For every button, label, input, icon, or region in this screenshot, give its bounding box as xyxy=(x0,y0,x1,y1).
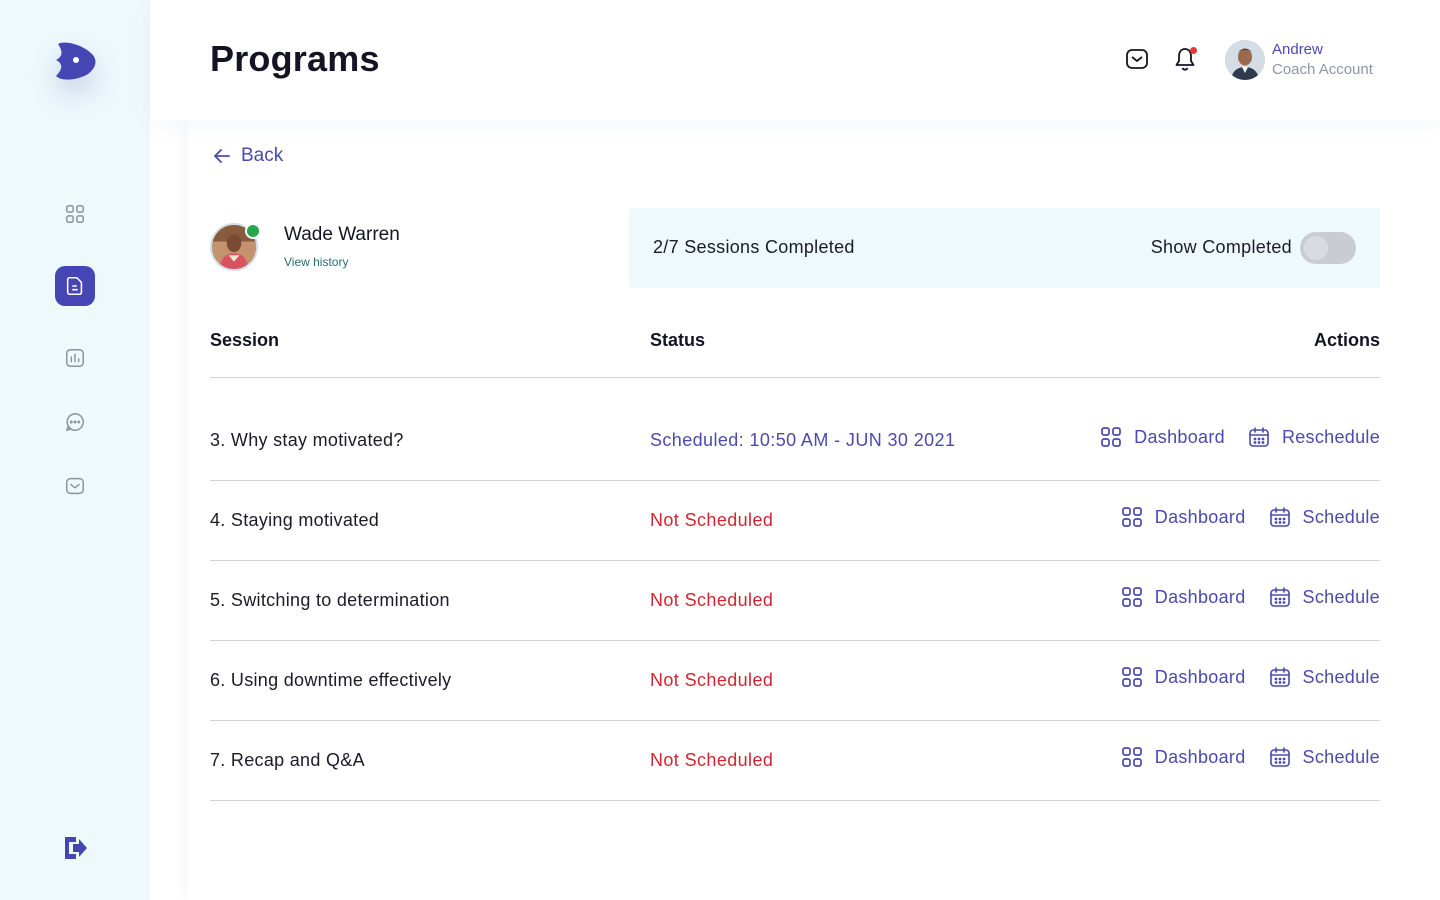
session-status: Scheduled: 10:50 AM - JUN 30 2021 xyxy=(650,430,956,450)
session-title: 5. Switching to determination xyxy=(210,590,450,610)
main-content: Back Wade Warren View history 2/7 Sessio… xyxy=(188,120,1440,900)
user-name[interactable]: Andrew xyxy=(1272,41,1323,58)
dashboard-label: Dashboard xyxy=(1154,746,1246,767)
sessions-summary-panel: 2/7 Sessions Completed Show Completed xyxy=(629,208,1380,288)
row-actions: Dashboard Schedule xyxy=(1120,665,1380,689)
logout-icon xyxy=(65,837,87,859)
session-status: Not Scheduled xyxy=(650,510,774,530)
show-completed-label: Show Completed xyxy=(1150,237,1292,257)
calendar-icon xyxy=(1249,427,1269,447)
calendar-icon xyxy=(1269,667,1290,687)
notifications-button[interactable] xyxy=(1172,46,1198,72)
session-title: 3. Why stay motivated? xyxy=(210,430,404,450)
logout-button[interactable] xyxy=(60,833,90,863)
calendar-icon xyxy=(1269,587,1290,607)
session-status: Not Scheduled xyxy=(650,670,774,690)
dashboard-label: Dashboard xyxy=(1134,426,1225,447)
session-title: 6. Using downtime effectively xyxy=(210,670,452,690)
column-header-session: Session xyxy=(210,330,280,350)
chart-icon xyxy=(66,349,84,367)
dashboard-grid-icon xyxy=(1121,507,1142,527)
dashboard-button[interactable]: Dashboard xyxy=(1099,425,1225,449)
schedule-label: Schedule xyxy=(1302,746,1380,767)
user-role: Coach Account xyxy=(1272,61,1373,78)
session-status: Not Scheduled xyxy=(650,750,774,770)
row-actions: Dashboard Schedule xyxy=(1120,585,1380,609)
dashboard-grid-icon xyxy=(1121,587,1142,607)
table-row: 3. Why stay motivated? Scheduled: 10:50 A… xyxy=(210,401,1380,481)
reschedule-label: Reschedule xyxy=(1281,426,1380,447)
show-completed-toggle[interactable] xyxy=(1300,232,1356,264)
top-header: Programs Andrew Coach Account xyxy=(150,0,1440,120)
view-history-link[interactable]: View history xyxy=(284,255,348,269)
dashboard-label: Dashboard xyxy=(1154,586,1246,607)
row-actions: Dashboard Schedule xyxy=(1120,745,1380,769)
toggle-knob xyxy=(1304,236,1328,260)
user-avatar[interactable] xyxy=(1225,40,1265,80)
schedule-button[interactable]: Schedule xyxy=(1268,505,1380,529)
dashboard-grid-icon xyxy=(1121,747,1142,767)
sidebar-item-analytics[interactable] xyxy=(55,338,95,378)
grid-icon xyxy=(66,205,84,223)
client-name: Wade Warren xyxy=(284,224,400,245)
schedule-label: Schedule xyxy=(1302,506,1380,527)
calendar-icon xyxy=(1269,507,1290,527)
chat-icon xyxy=(66,413,84,431)
session-title: 7. Recap and Q&A xyxy=(210,750,365,770)
notification-badge xyxy=(1190,47,1197,54)
sidebar-item-messages[interactable] xyxy=(55,402,95,442)
inbox-icon xyxy=(66,477,84,495)
session-status: Not Scheduled xyxy=(650,590,774,610)
sidebar-item-inbox[interactable] xyxy=(55,466,95,506)
page-title: Programs xyxy=(210,38,380,79)
header-divider xyxy=(210,377,1380,378)
dashboard-button[interactable]: Dashboard xyxy=(1120,665,1246,689)
table-row: 5. Switching to determination Not Schedul… xyxy=(210,561,1380,641)
schedule-button[interactable]: Schedule xyxy=(1268,665,1380,689)
column-header-status: Status xyxy=(650,330,706,350)
sidebar xyxy=(0,0,150,900)
online-status-indicator xyxy=(245,223,261,239)
sessions-completed-text: 2/7 Sessions Completed xyxy=(653,237,855,257)
back-label: Back xyxy=(241,145,284,166)
dashboard-button[interactable]: Dashboard xyxy=(1120,745,1246,769)
schedule-button[interactable]: Schedule xyxy=(1268,745,1380,769)
dashboard-label: Dashboard xyxy=(1154,666,1246,687)
back-link[interactable]: Back xyxy=(211,145,283,167)
dashboard-label: Dashboard xyxy=(1154,506,1246,527)
dashboard-grid-icon xyxy=(1121,667,1142,687)
column-header-actions: Actions xyxy=(1313,330,1380,350)
dashboard-grid-icon xyxy=(1101,427,1122,447)
mail-button[interactable] xyxy=(1124,46,1150,72)
app-logo[interactable] xyxy=(52,38,98,82)
session-title: 4. Staying motivated xyxy=(210,510,380,530)
table-row: 4. Staying motivated Not Scheduled Dashboa… xyxy=(210,481,1380,561)
row-actions: Dashboard Reschedule xyxy=(1099,425,1380,449)
schedule-label: Schedule xyxy=(1302,586,1380,607)
dashboard-button[interactable]: Dashboard xyxy=(1120,585,1246,609)
schedule-button[interactable]: Schedule xyxy=(1268,585,1380,609)
table-row: 7. Recap and Q&A Not Scheduled Dashboard Sc… xyxy=(210,721,1380,801)
schedule-label: Schedule xyxy=(1302,666,1380,687)
logo-icon xyxy=(56,42,96,80)
dashboard-button[interactable]: Dashboard xyxy=(1120,505,1246,529)
reschedule-button[interactable]: Reschedule xyxy=(1247,425,1380,449)
sidebar-item-programs[interactable] xyxy=(55,266,95,306)
arrow-left-icon xyxy=(214,149,230,163)
document-icon xyxy=(66,276,83,296)
table-row: 6. Using downtime effectively Not Schedul… xyxy=(210,641,1380,721)
sidebar-item-dashboard[interactable] xyxy=(55,194,95,234)
row-actions: Dashboard Schedule xyxy=(1120,505,1380,529)
calendar-icon xyxy=(1269,747,1290,767)
mail-icon xyxy=(1126,49,1148,69)
avatar-portrait-icon xyxy=(1225,40,1265,80)
